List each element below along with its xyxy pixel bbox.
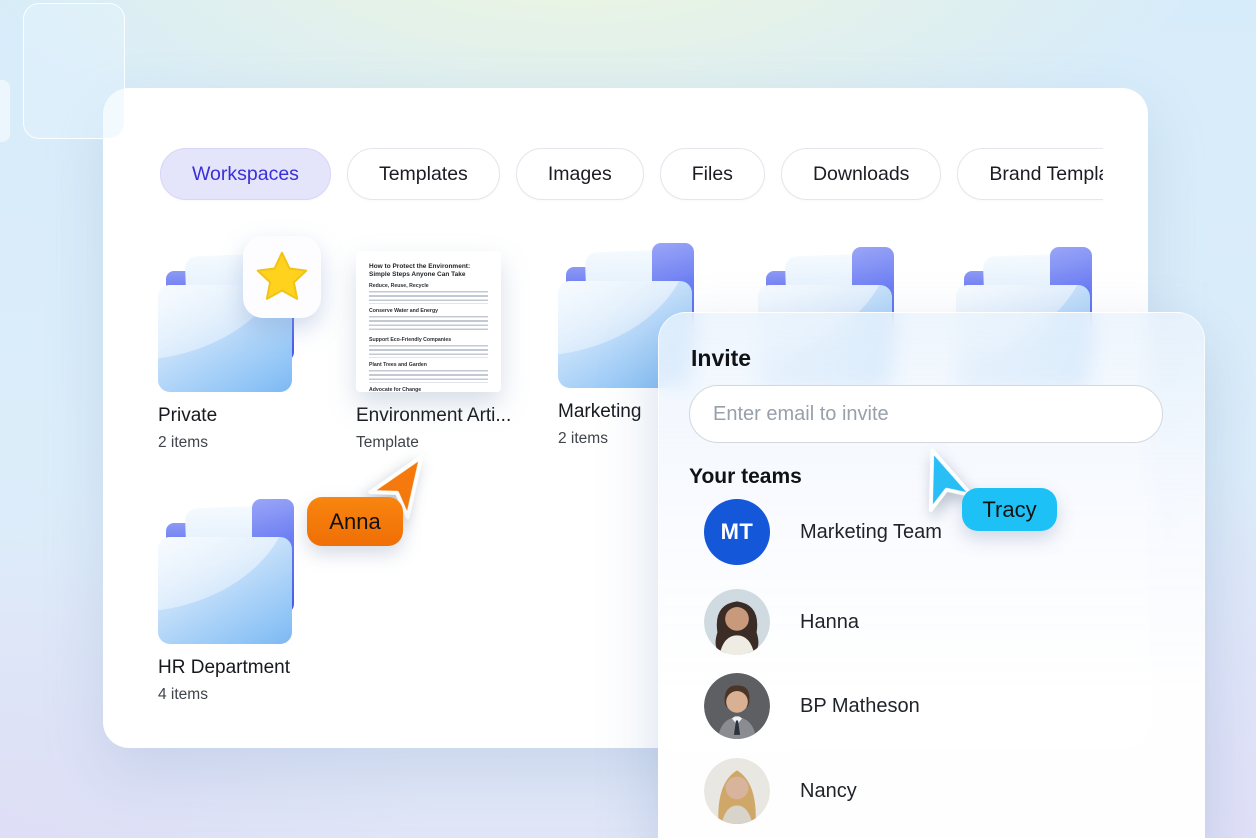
document-thumbnail: How to Protect the Environment: Simple S… [356, 251, 501, 392]
doc-section-heading: Conserve Water and Energy [369, 307, 438, 314]
invite-panel: Invite Your teams MT Marketing Team Hann… [658, 312, 1205, 838]
folder-private[interactable]: Private 2 items [158, 236, 321, 452]
folder-name: Private [158, 405, 218, 426]
doc-section-heading: Advocate for Change [369, 386, 422, 392]
marketing-team-avatar: MT [704, 499, 770, 565]
screen: Workspaces Templates Images Files Downlo… [0, 0, 1256, 838]
tab-files[interactable]: Files [659, 148, 765, 200]
document-title: How to Protect the Environment: Simple S… [369, 263, 471, 278]
invite-title: Invite [691, 345, 752, 371]
team-row-bp-matheson[interactable]: BP Matheson [704, 673, 920, 739]
team-row-nancy[interactable]: Nancy [704, 758, 857, 824]
team-row-hanna[interactable]: Hanna [704, 589, 859, 655]
tab-brand-templates[interactable]: Brand Templates [957, 148, 1103, 200]
template-name: Environment Arti... [356, 405, 512, 426]
doc-section-heading: Reduce, Reuse, Recycle [369, 282, 429, 289]
folder-meta: 2 items [158, 434, 208, 451]
email-invite-input[interactable] [689, 385, 1163, 443]
member-name: Hanna [800, 610, 859, 633]
doc-section-heading: Support Eco-Friendly Companies [369, 336, 452, 343]
doc-section-heading: Plant Trees and Garden [369, 361, 427, 368]
folder-icon [158, 499, 298, 644]
member-name: Marketing Team [800, 520, 942, 543]
folder-name: HR Department [158, 657, 290, 678]
bp-matheson-avatar [704, 673, 770, 739]
category-tabs: Workspaces Templates Images Files Downlo… [160, 148, 1103, 204]
star-badge [243, 236, 321, 318]
hanna-avatar [704, 589, 770, 655]
member-name: BP Matheson [800, 694, 920, 717]
tab-templates[interactable]: Templates [346, 148, 500, 200]
member-name: Nancy [800, 779, 857, 802]
background-ghost-panel [23, 3, 125, 139]
template-meta: Template [356, 434, 419, 451]
template-environment-article[interactable]: How to Protect the Environment: Simple S… [356, 242, 512, 452]
folder-meta: 4 items [158, 686, 208, 703]
team-row-marketing-team[interactable]: MT Marketing Team [704, 499, 942, 565]
your-teams-heading: Your teams [689, 465, 802, 488]
tab-workspaces[interactable]: Workspaces [160, 148, 331, 200]
tab-images[interactable]: Images [515, 148, 644, 200]
nancy-avatar [704, 758, 770, 824]
star-icon [256, 251, 308, 300]
tab-downloads[interactable]: Downloads [780, 148, 942, 200]
folder-hr-department[interactable]: HR Department 4 items [158, 494, 308, 704]
background-ghost-sliver [0, 80, 10, 142]
